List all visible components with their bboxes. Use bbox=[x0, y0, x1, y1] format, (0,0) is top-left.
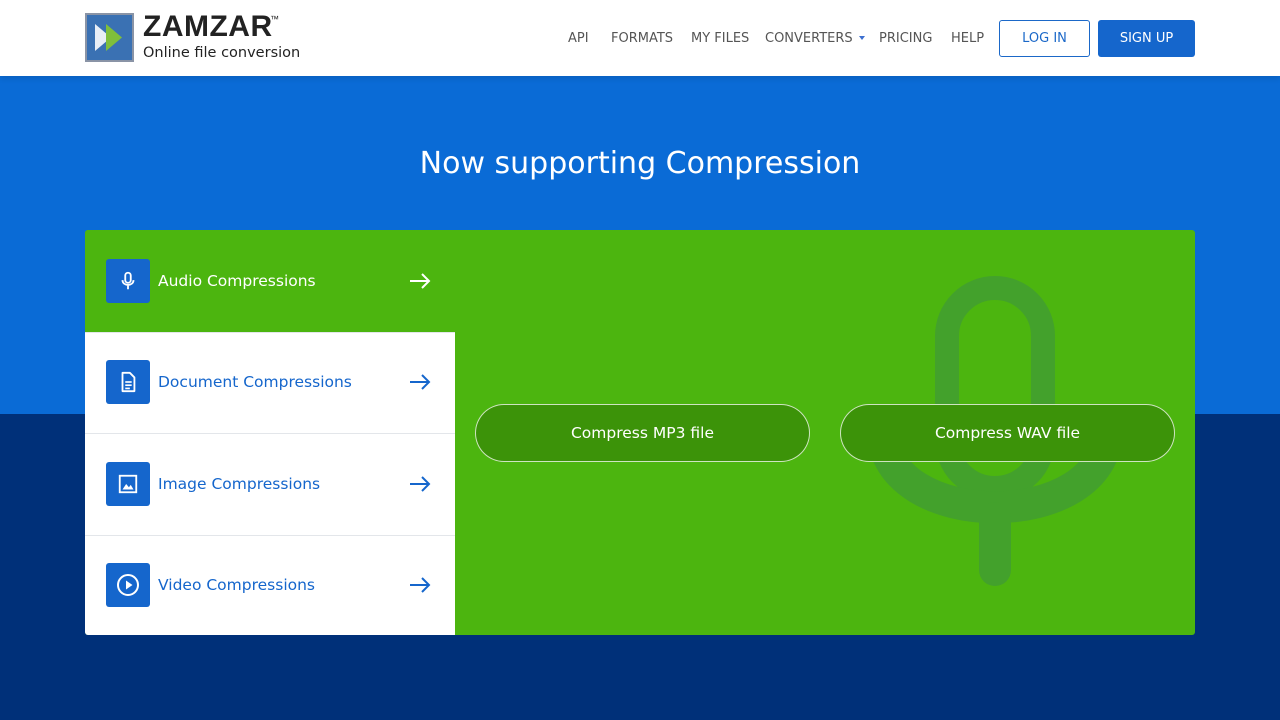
nav-converters-label: CONVERTERS bbox=[765, 31, 853, 46]
document-icon bbox=[106, 360, 150, 404]
compress-mp3-button[interactable]: Compress MP3 file bbox=[475, 404, 810, 462]
nav-api[interactable]: API bbox=[568, 31, 589, 46]
category-video-label: Video Compressions bbox=[158, 576, 316, 594]
category-document-label: Document Compressions bbox=[158, 373, 352, 391]
signup-button[interactable]: SIGN UP bbox=[1098, 20, 1195, 57]
logo-trademark: ™ bbox=[270, 14, 279, 24]
compression-category-list: Audio Compressions Document Compressions… bbox=[85, 230, 455, 635]
compress-wav-button[interactable]: Compress WAV file bbox=[840, 404, 1175, 462]
image-icon bbox=[106, 462, 150, 506]
arrow-right-icon bbox=[410, 374, 431, 390]
site-header: ZAMZAR ™ Online file conversion API FORM… bbox=[0, 0, 1280, 76]
nav-my-files[interactable]: MY FILES bbox=[691, 31, 749, 46]
play-icon bbox=[106, 563, 150, 607]
category-image[interactable]: Image Compressions bbox=[85, 433, 455, 535]
category-audio-label: Audio Compressions bbox=[158, 272, 316, 290]
arrow-right-icon bbox=[410, 577, 431, 593]
arrow-right-icon bbox=[410, 273, 431, 289]
page-title: Now supporting Compression bbox=[419, 146, 861, 181]
nav-converters[interactable]: CONVERTERS bbox=[765, 31, 865, 46]
category-audio[interactable]: Audio Compressions bbox=[85, 230, 455, 333]
zamzar-logo[interactable]: ZAMZAR ™ Online file conversion bbox=[85, 10, 305, 64]
nav-formats[interactable]: FORMATS bbox=[611, 31, 673, 46]
zamzar-logo-icon bbox=[85, 13, 134, 62]
category-document[interactable]: Document Compressions bbox=[85, 332, 455, 433]
category-image-label: Image Compressions bbox=[158, 475, 321, 493]
arrow-right-icon bbox=[410, 476, 431, 492]
compression-panel: Audio Compressions Document Compressions… bbox=[85, 230, 1195, 635]
nav-help[interactable]: HELP bbox=[951, 31, 984, 46]
caret-down-icon bbox=[858, 36, 865, 40]
microphone-icon bbox=[106, 259, 150, 303]
nav-pricing[interactable]: PRICING bbox=[879, 31, 932, 46]
category-video[interactable]: Video Compressions bbox=[85, 535, 455, 635]
logo-tagline: Online file conversion bbox=[143, 45, 301, 61]
logo-wordmark: ZAMZAR bbox=[143, 10, 273, 43]
login-button[interactable]: LOG IN bbox=[999, 20, 1090, 57]
